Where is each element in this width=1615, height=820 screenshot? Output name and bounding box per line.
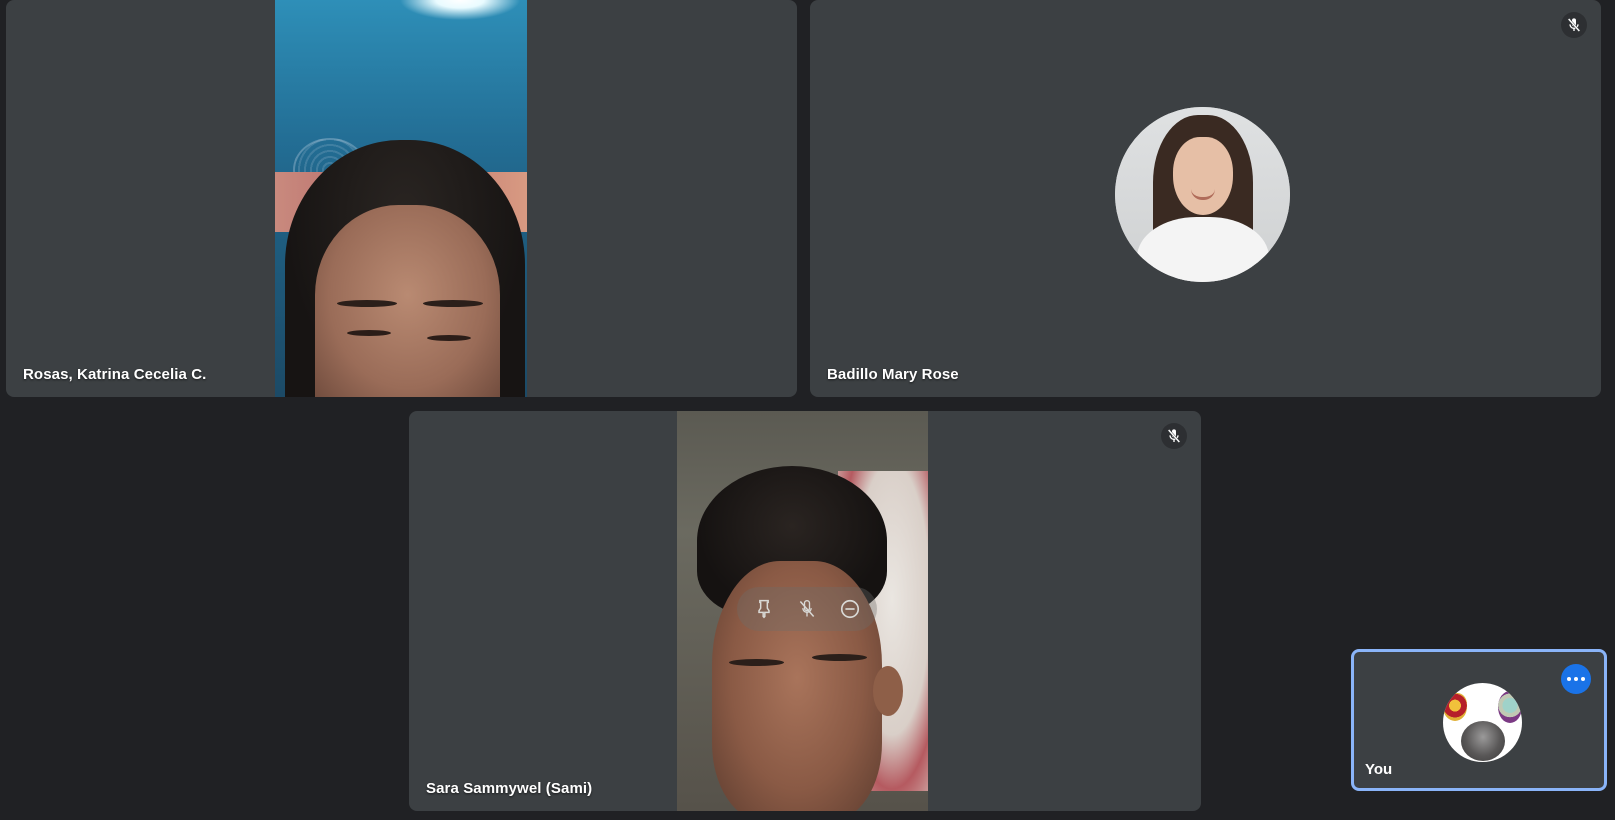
- school-seal-left: [1443, 693, 1467, 721]
- self-name: You: [1365, 761, 1393, 778]
- participant-avatar: [1115, 107, 1290, 282]
- participant-tile-rosas[interactable]: Rosas, Katrina Cecelia C.: [6, 0, 797, 397]
- participant-eyebrow: [337, 300, 397, 307]
- mic-off-icon: [1561, 12, 1587, 38]
- pin-icon[interactable]: [748, 593, 780, 625]
- participant-eye: [347, 330, 391, 336]
- school-seal-right: [1498, 691, 1522, 723]
- participant-video: [275, 0, 527, 397]
- participant-eyebrow: [423, 300, 483, 307]
- participant-eye: [427, 335, 471, 341]
- participant-tile-sara[interactable]: Sara Sammywel (Sami): [409, 411, 1201, 811]
- participant-eyebrow: [729, 659, 784, 666]
- mic-off-icon[interactable]: [791, 593, 823, 625]
- self-view-tile[interactable]: You: [1351, 649, 1607, 791]
- participant-ear: [873, 666, 903, 716]
- meeting-stage: Rosas, Katrina Cecelia C. Badillo Mary R…: [0, 0, 1615, 820]
- remove-icon[interactable]: [834, 593, 866, 625]
- participant-tile-badillo[interactable]: Badillo Mary Rose: [810, 0, 1601, 397]
- self-avatar: [1443, 683, 1522, 762]
- mic-off-icon: [1161, 423, 1187, 449]
- profile-photo: [1461, 721, 1505, 761]
- more-horizontal-icon[interactable]: [1561, 664, 1591, 694]
- participant-name: Badillo Mary Rose: [827, 366, 959, 383]
- tile-hover-controls: [737, 587, 877, 631]
- participant-name: Sara Sammywel (Sami): [426, 780, 593, 797]
- participant-eyebrow: [812, 654, 867, 661]
- participant-name: Rosas, Katrina Cecelia C.: [23, 366, 207, 383]
